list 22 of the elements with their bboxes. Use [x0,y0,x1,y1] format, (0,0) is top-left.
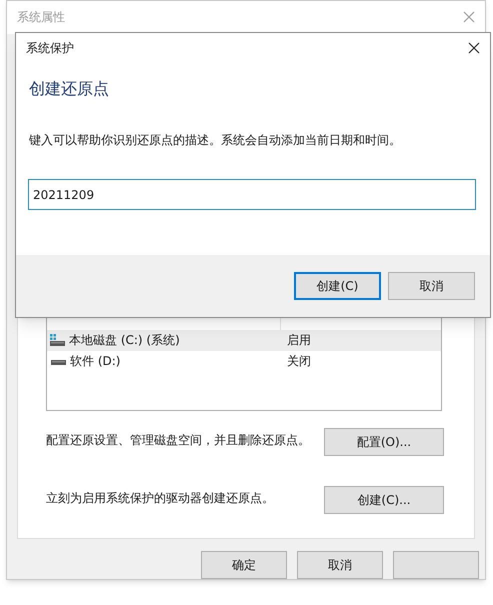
dialog-description: 键入可以帮助你识别还原点的描述。系统会自动添加当前日期和时间。 [29,132,402,149]
dialog-button[interactable]: 创建(C) [294,272,381,300]
drive-icon [51,360,66,366]
protection-status: 启用 [286,332,311,350]
window-title: 系统属性 [17,9,65,26]
drive-name: 软件 (D:) [70,353,120,370]
protection-status: 关闭 [286,353,311,370]
description-field[interactable]: 20211209 [28,179,476,210]
dialog-title: 系统保护 [26,40,74,57]
dialog-button[interactable] [393,551,479,579]
action-description: 立刻为启用系统保护的驱动器创建还原点。 [46,490,274,507]
dialog-button[interactable]: 确定 [201,551,287,579]
drive-row[interactable]: 本地磁盘 (C:) (系统) 启用 [47,330,441,351]
action-button[interactable]: 创建(C)... [324,486,444,514]
action-description: 配置还原设置、管理磁盘空间，并且删除还原点。 [46,432,310,449]
dialog-heading: 创建还原点 [29,78,110,100]
drive-name: 本地磁盘 (C:) (系统) [69,332,180,350]
close-icon[interactable] [468,42,480,54]
dialog-button[interactable]: 取消 [297,551,383,579]
dialog-button[interactable]: 取消 [388,272,475,300]
system-drive-icon [50,334,66,347]
action-button[interactable]: 配置(O)... [324,428,444,456]
